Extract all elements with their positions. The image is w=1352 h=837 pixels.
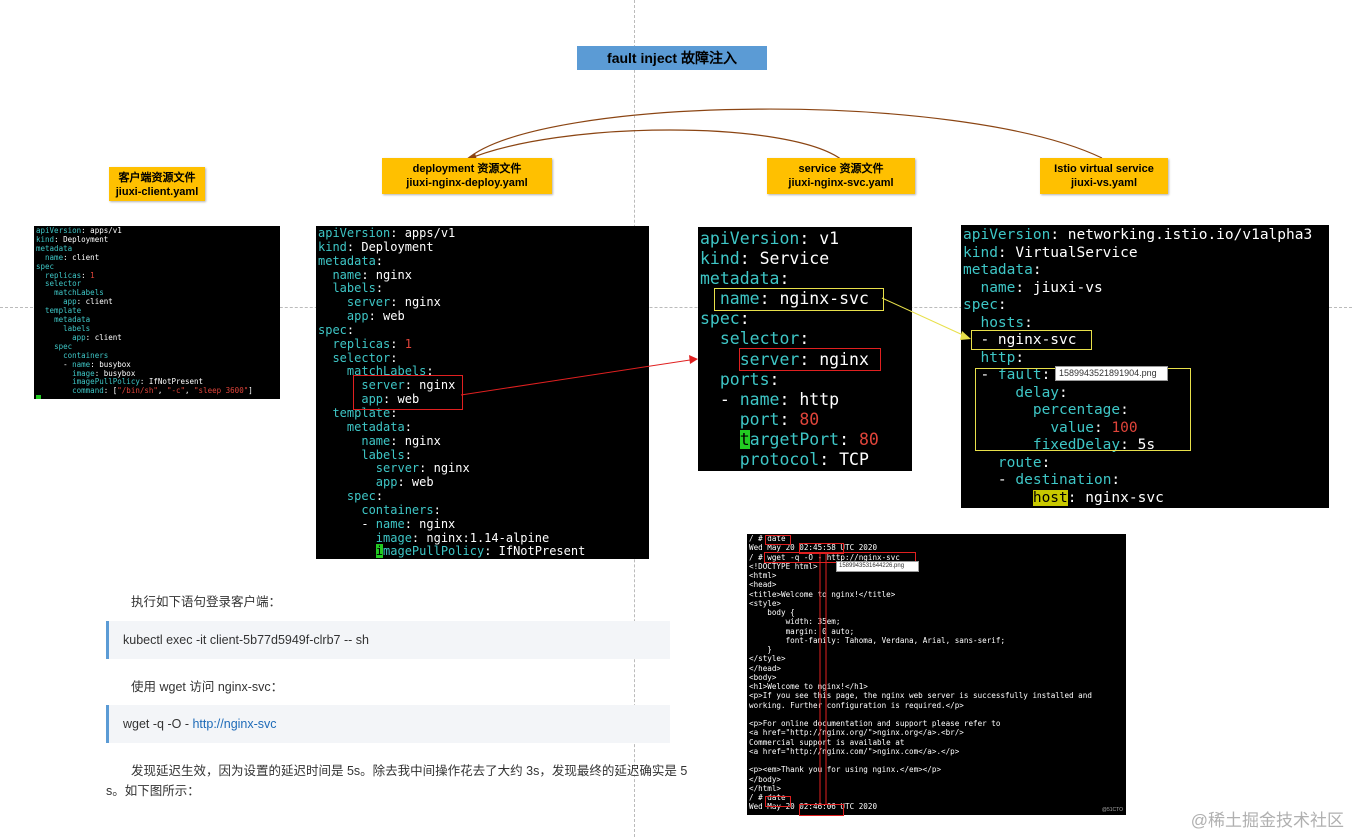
watermark: @稀土掘金技术社区 xyxy=(1190,811,1344,830)
terminal-tooltip: 1589943531644226.png xyxy=(836,561,919,572)
terminal-connector-lines xyxy=(819,552,827,804)
